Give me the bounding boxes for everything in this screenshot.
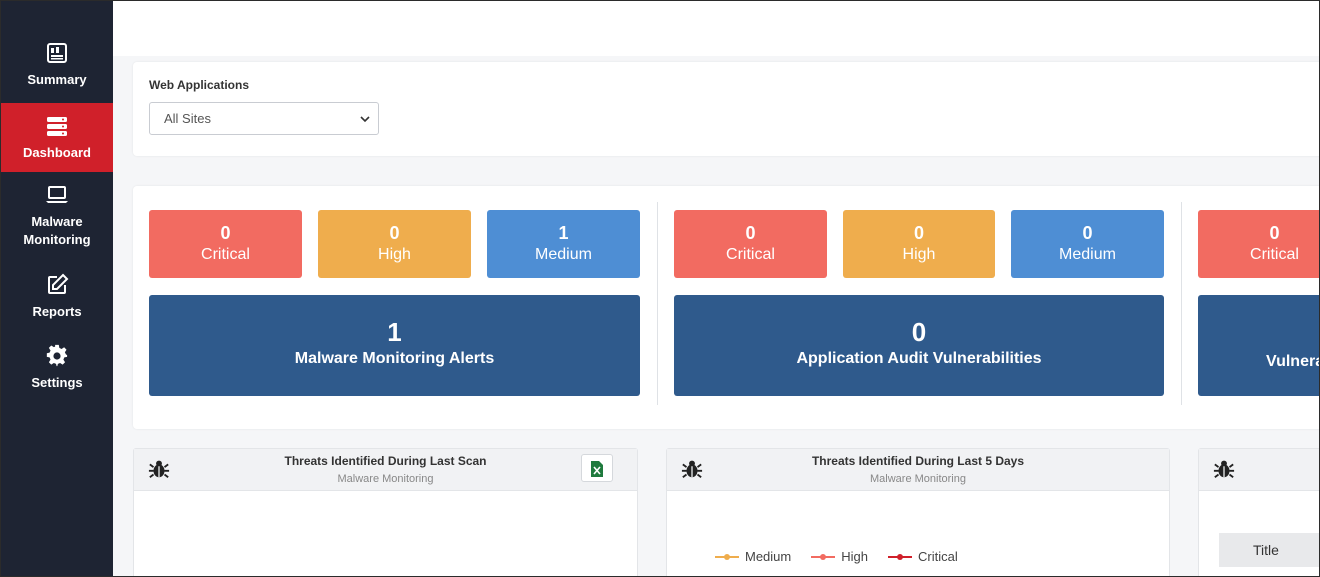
divider <box>1181 202 1182 405</box>
count: 0 <box>389 223 400 243</box>
stats-card: 0 Critical 0 High 1 Medium 1 Malware Mon… <box>133 186 1320 429</box>
third-panel: Title <box>1198 448 1319 576</box>
severity-label: Medium <box>535 246 592 263</box>
audit-high-box[interactable]: 0 High <box>843 210 995 278</box>
export-excel-button[interactable] <box>581 454 613 482</box>
selected-site: All Sites <box>164 111 211 126</box>
legend-label: Critical <box>918 549 958 564</box>
web-applications-label: Web Applications <box>149 78 250 92</box>
legend-marker <box>888 553 912 560</box>
sidebar-item-label: Summary <box>27 72 87 87</box>
total-label: Malware Monitoring Alerts <box>294 350 495 367</box>
total-label: Application Audit Vulnerabilities <box>796 350 1042 367</box>
application-audit-vulnerabilities-box[interactable]: 0 Application Audit Vulnerabilities <box>674 295 1164 396</box>
third-total-box[interactable]: Vulnera <box>1198 295 1320 396</box>
total-label: Vulnera <box>1266 353 1320 370</box>
severity-label: High <box>902 246 936 263</box>
legend-marker <box>715 553 739 560</box>
sidebar-item-label: Reports <box>32 304 82 319</box>
third-critical-box[interactable]: 0 Critical <box>1198 210 1319 278</box>
legend-item-high[interactable]: High <box>811 549 868 564</box>
top-bar <box>113 1 1319 56</box>
severity-label: Critical <box>1250 246 1299 263</box>
threats-last-scan-panel: Threats Identified During Last Scan Malw… <box>133 448 638 576</box>
app-window: Summary Dashboard Malware Monitoring Rep… <box>0 0 1320 577</box>
panel-subtitle: Malware Monitoring <box>870 473 966 485</box>
sidebar-item-label: Settings <box>31 375 83 390</box>
count: 1 <box>558 223 569 243</box>
sidebar: Summary Dashboard Malware Monitoring Rep… <box>1 1 113 576</box>
legend-label: Medium <box>745 549 792 564</box>
legend-label: High <box>841 549 868 564</box>
legend-marker <box>811 553 836 560</box>
panel-subtitle: Malware Monitoring <box>337 473 434 485</box>
sidebar-item-reports[interactable]: Reports <box>1 267 113 327</box>
laptop-icon <box>46 186 68 203</box>
table-header-title[interactable]: Title <box>1219 533 1319 567</box>
bug-icon <box>1213 460 1235 478</box>
count: 0 <box>220 223 231 243</box>
sidebar-item-label: Malware Monitoring <box>23 214 91 247</box>
malware-monitoring-alerts-box[interactable]: 1 Malware Monitoring Alerts <box>149 295 640 396</box>
audit-critical-box[interactable]: 0 Critical <box>674 210 827 278</box>
summary-icon <box>47 43 67 63</box>
excel-icon <box>591 461 603 477</box>
severity-label: Medium <box>1059 246 1116 263</box>
divider <box>657 202 658 405</box>
count: 0 <box>1269 223 1280 243</box>
filter-card: Web Applications All Sites <box>133 62 1319 156</box>
web-applications-select[interactable]: All Sites <box>149 102 379 135</box>
sidebar-item-label: Dashboard <box>23 144 91 160</box>
panel-header: Threats Identified During Last Scan Malw… <box>134 449 637 491</box>
panel-header: Threats Identified During Last 5 Days Ma… <box>667 449 1169 491</box>
edit-icon <box>48 273 69 294</box>
count: 0 <box>1082 223 1093 243</box>
count: 0 <box>913 223 924 243</box>
severity-label: Critical <box>201 246 250 263</box>
count: 1 <box>387 317 402 347</box>
sidebar-item-summary[interactable]: Summary <box>1 32 113 98</box>
legend-item-critical[interactable]: Critical <box>888 549 958 564</box>
malware-high-box[interactable]: 0 High <box>318 210 471 278</box>
legend-item-medium[interactable]: Medium <box>715 549 791 564</box>
malware-medium-box[interactable]: 1 Medium <box>487 210 640 278</box>
sidebar-item-malware-monitoring[interactable]: Malware Monitoring <box>1 177 113 255</box>
dashboard-icon <box>47 116 67 136</box>
severity-label: Critical <box>726 246 775 263</box>
audit-medium-box[interactable]: 0 Medium <box>1011 210 1164 278</box>
panel-title: Threats Identified During Last Scan <box>284 454 487 468</box>
malware-critical-box[interactable]: 0 Critical <box>149 210 302 278</box>
gear-icon <box>46 344 68 367</box>
count: 0 <box>745 223 756 243</box>
sidebar-item-dashboard[interactable]: Dashboard <box>1 103 113 172</box>
severity-label: High <box>378 246 411 263</box>
sidebar-item-settings[interactable]: Settings <box>1 338 113 398</box>
panel-header <box>1199 449 1319 491</box>
chart-legend: Medium High Critical <box>715 549 958 564</box>
count: 0 <box>911 317 927 347</box>
threats-last-5-days-panel: Threats Identified During Last 5 Days Ma… <box>666 448 1170 576</box>
panel-title: Threats Identified During Last 5 Days <box>811 454 1025 468</box>
chevron-down-icon <box>360 116 370 123</box>
